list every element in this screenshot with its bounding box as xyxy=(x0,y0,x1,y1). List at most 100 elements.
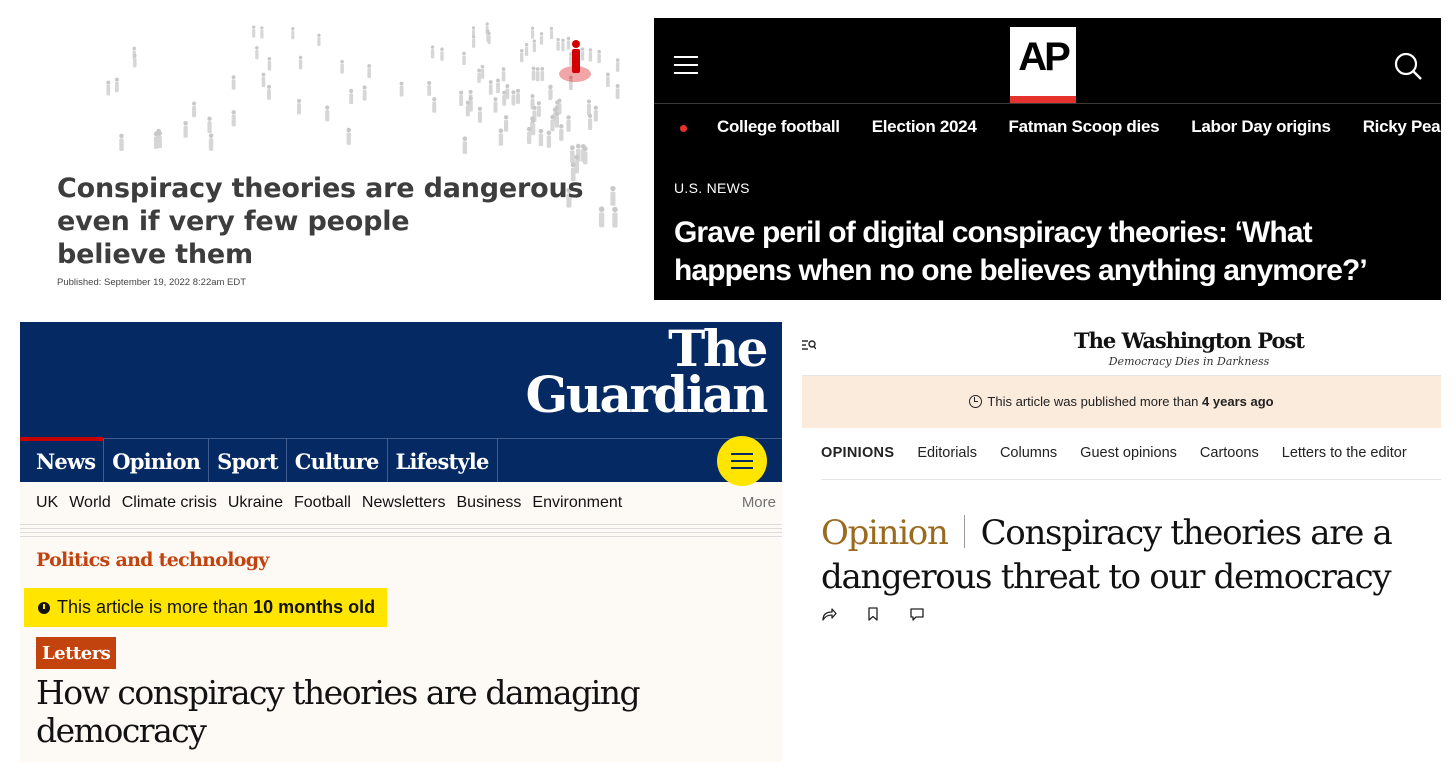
subnav-item[interactable]: World xyxy=(69,494,111,512)
subnav-item[interactable]: Newsletters xyxy=(362,494,446,512)
crowd-figure xyxy=(399,81,404,97)
live-dot-icon xyxy=(680,125,687,132)
trending-bar: College football Election 2024 Fatman Sc… xyxy=(654,117,1441,141)
menu-button[interactable] xyxy=(717,436,767,486)
trending-item[interactable]: Ricky Pearsall xyxy=(1363,117,1441,137)
crowd-figure xyxy=(153,131,159,149)
subnav-item[interactable]: Climate crisis xyxy=(122,494,217,512)
crowd-figure xyxy=(588,48,593,62)
crowd-figure xyxy=(526,126,532,144)
section-link[interactable]: Letters to the editor xyxy=(1282,445,1407,461)
pillar-news[interactable]: News xyxy=(20,437,105,482)
conversation-panel: Conspiracy theories are dangerous even i… xyxy=(20,18,627,300)
section-link[interactable]: Columns xyxy=(1000,445,1057,461)
article-headline: How conspiracy theories are damaging dem… xyxy=(36,673,641,750)
label-separator xyxy=(963,515,965,548)
crowd-figure xyxy=(432,97,437,113)
pillar-opinion[interactable]: Opinion xyxy=(104,439,210,482)
crowd-figure xyxy=(503,115,509,132)
crowd-figure xyxy=(260,26,264,39)
guardian-panel: The Guardian News Opinion Sport Culture … xyxy=(20,322,782,762)
crowd-figure xyxy=(519,49,524,63)
divider xyxy=(821,479,1441,480)
crowd-figure xyxy=(106,80,111,96)
crowd-figure xyxy=(459,90,464,106)
crowd-figure xyxy=(114,77,119,93)
crowd-figure xyxy=(440,47,444,61)
sub-navigation: UK World Climate crisis Ukraine Football… xyxy=(20,482,782,524)
trending-item[interactable]: Labor Day origins xyxy=(1191,117,1331,137)
clock-icon xyxy=(969,395,983,408)
trending-item[interactable]: College football xyxy=(717,117,840,137)
search-icon[interactable] xyxy=(1393,51,1423,81)
section-opinions[interactable]: OPINIONS xyxy=(821,445,894,461)
divider xyxy=(654,103,1441,104)
clock-icon xyxy=(38,602,50,614)
crowd-figure xyxy=(549,26,554,40)
crowd-figure xyxy=(550,114,555,132)
crowd-figure xyxy=(493,97,498,113)
hamburger-menu-icon[interactable] xyxy=(674,56,698,74)
guardian-header: The Guardian News Opinion Sport Culture … xyxy=(20,322,782,486)
pillar-lifestyle[interactable]: Lifestyle xyxy=(388,439,498,482)
series-link[interactable]: Politics and technology xyxy=(36,549,269,571)
article-headline: Opinion Conspiracy theories are a dangero… xyxy=(821,511,1436,599)
crowd-figure xyxy=(502,90,507,106)
crowd-figure xyxy=(580,47,585,61)
crowd-figure xyxy=(472,35,476,48)
crowd-figure xyxy=(255,46,259,60)
wapo-panel: The Washington Post Democracy Dies in Da… xyxy=(802,322,1441,632)
crowd-figure xyxy=(615,58,620,72)
crowd-figure xyxy=(231,110,236,127)
crowd-figure xyxy=(427,81,432,96)
section-link[interactable]: Editorials xyxy=(917,445,977,461)
crowd-figure xyxy=(582,146,588,165)
section-link[interactable]: Cartoons xyxy=(1200,445,1259,461)
section-kicker[interactable]: U.S. NEWS xyxy=(674,180,750,196)
letters-tag[interactable]: Letters xyxy=(36,637,117,669)
trending-item[interactable]: Election 2024 xyxy=(872,117,977,137)
wapo-tagline: Democracy Dies in Darkness xyxy=(1108,355,1270,368)
crowd-figure xyxy=(132,53,137,68)
crowd-figure xyxy=(540,66,545,82)
pillar-culture[interactable]: Culture xyxy=(287,439,388,482)
crowd-figure xyxy=(488,80,493,95)
guardian-logo[interactable]: The Guardian xyxy=(526,324,769,420)
crowd-figure xyxy=(325,105,330,122)
crowd-figure xyxy=(367,64,372,79)
more-link[interactable]: More xyxy=(742,494,776,511)
ap-logo[interactable]: AP xyxy=(1010,27,1076,103)
crowd-figure xyxy=(208,133,214,151)
crowd-figure xyxy=(183,120,188,138)
logo-text: AP xyxy=(1018,35,1071,79)
crowd-figure xyxy=(296,98,302,115)
wapo-logo[interactable]: The Washington Post xyxy=(802,328,1441,353)
crowd-figure xyxy=(477,68,481,83)
article-actions xyxy=(821,606,925,622)
subnav-item[interactable]: Ukraine xyxy=(228,494,283,512)
published-date: Published: September 19, 2022 8:22am EDT xyxy=(57,277,247,288)
crowd-figure xyxy=(566,115,571,132)
section-link[interactable]: Guest opinions xyxy=(1080,445,1177,461)
crowd-figure xyxy=(554,111,560,128)
subnav-item[interactable]: Business xyxy=(457,494,522,512)
subnav-item[interactable]: Environment xyxy=(532,494,622,512)
ap-panel: AP College football Election 2024 Fatman… xyxy=(654,18,1441,300)
bookmark-icon[interactable] xyxy=(865,606,881,622)
share-icon[interactable] xyxy=(821,606,837,622)
crowd-figure xyxy=(612,206,618,228)
article-headline: Grave peril of digital conspiracy theori… xyxy=(674,216,1368,287)
pillar-sport[interactable]: Sport xyxy=(209,439,287,482)
crowd-figure xyxy=(298,55,303,70)
crowd-figure xyxy=(531,66,536,81)
crowd-figure xyxy=(536,101,541,117)
subnav-item[interactable]: Football xyxy=(294,494,351,512)
crowd-figure xyxy=(524,42,529,56)
age-prefix: This article is more than xyxy=(57,597,254,617)
subnav-item[interactable]: UK xyxy=(36,494,58,512)
divider-rules xyxy=(20,524,782,538)
crowd-figure xyxy=(586,99,592,116)
crowd-figure xyxy=(511,90,516,106)
comment-icon[interactable] xyxy=(909,606,925,622)
trending-item[interactable]: Fatman Scoop dies xyxy=(1008,117,1159,137)
